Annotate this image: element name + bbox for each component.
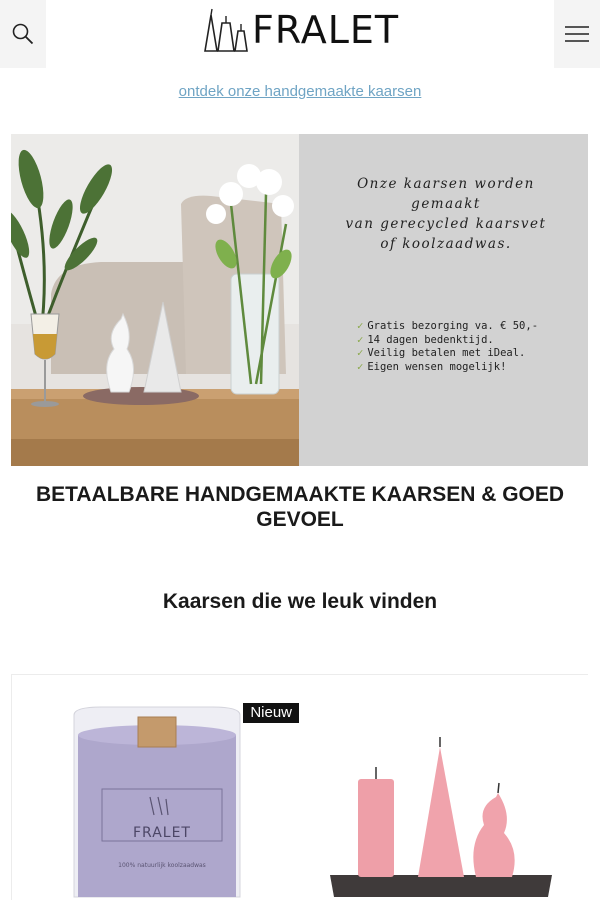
hero-quote-line: of koolzaadwas. (380, 236, 512, 252)
hero-banner[interactable]: Onze kaarsen worden gemaakt van gerecycl… (11, 134, 588, 466)
benefit-item: ✓ 14 dagen bedenktijd. (357, 334, 538, 348)
section-title: Kaarsen die we leuk vinden (162, 590, 438, 613)
hero-photo (11, 134, 299, 466)
search-button[interactable] (0, 0, 46, 68)
benefit-label: Eigen wensen mogelijk! (367, 360, 507, 373)
benefit-label: Veilig betalen met iDeal. (367, 347, 526, 359)
site-header: FRALET (0, 0, 600, 68)
benefit-item: ✓ Gratis bezorging va. € 50,- (357, 320, 538, 334)
brand-name: FRALET (252, 8, 400, 52)
benefit-label: 14 dagen bedenktijd. (367, 333, 494, 346)
menu-button[interactable] (554, 0, 600, 68)
benefit-item: ✓ Eigen wensen mogelijk! (357, 361, 538, 375)
discover-candles-link[interactable]: ontdek onze handgemaakte kaarsen (0, 83, 600, 100)
candles-logo-icon (204, 8, 248, 52)
check-icon: ✓ (357, 333, 364, 346)
benefit-label: Gratis bezorging va. € 50,- (367, 320, 539, 332)
new-badge: Nieuw (243, 703, 299, 723)
hero-quote-line: van gerecycled kaarsvet (345, 216, 547, 232)
check-icon: ✓ (357, 347, 364, 359)
product-card[interactable] (300, 675, 588, 900)
product-image (300, 675, 588, 900)
hero-quote-line: Onze kaarsen worden gemaakt (357, 176, 535, 212)
hero-text-panel: Onze kaarsen worden gemaakt van gerecycl… (299, 134, 588, 466)
check-icon: ✓ (357, 320, 364, 332)
jar-brand-text: FRALET (133, 825, 191, 841)
search-icon (12, 23, 34, 45)
check-icon: ✓ (357, 360, 364, 373)
page-headline: BETAALBARE HANDGEMAAKTE KAARSEN & GOED G… (35, 483, 565, 531)
product-card[interactable]: FRALET 100% natuurlijk koolzaadwas Nieuw (12, 675, 300, 900)
benefit-item: ✓ Veilig betalen met iDeal. (357, 347, 538, 361)
hero-quote: Onze kaarsen worden gemaakt van gerecycl… (321, 174, 571, 254)
brand-logo[interactable]: FRALET (202, 6, 399, 54)
product-grid: FRALET 100% natuurlijk koolzaadwas Nieuw (11, 674, 588, 900)
benefits-list: ✓ Gratis bezorging va. € 50,- ✓ 14 dagen b… (357, 320, 538, 374)
jar-caption-text: 100% natuurlijk koolzaadwas (118, 862, 206, 869)
hamburger-menu-icon (565, 26, 589, 42)
